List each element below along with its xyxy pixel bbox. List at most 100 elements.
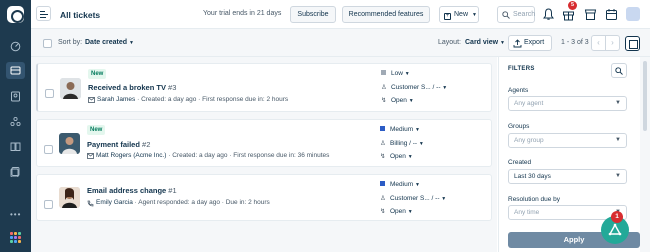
created-label: Created xyxy=(508,159,532,166)
layout-label: Layout: xyxy=(438,39,461,46)
chevron-down-icon: ▼ xyxy=(500,40,505,46)
status-dropdown[interactable]: ↯ Open ▼ xyxy=(380,207,413,215)
filters-scrollbar[interactable] xyxy=(640,57,650,252)
chevron-down-icon: ▼ xyxy=(418,141,424,147)
ticket-meta: Emily Garcia · Agent responded: a day ag… xyxy=(87,199,270,207)
new-button[interactable]: + New ▼ xyxy=(439,6,479,23)
group-dropdown[interactable]: ♙ Customer S... / -- ▼ xyxy=(381,83,447,91)
group-dropdown[interactable]: ♙ Customer S... / -- ▼ xyxy=(380,194,446,202)
search-placeholder: Search xyxy=(513,11,536,18)
priority-indicator xyxy=(380,181,385,186)
subscribe-button[interactable]: Subscribe xyxy=(290,6,336,23)
notifications-bell-icon[interactable] xyxy=(543,8,554,23)
ticket-times: Created: a day ago · First response due … xyxy=(141,96,289,103)
knowledge-base-icon[interactable] xyxy=(6,138,25,155)
subject-text: Payment failed xyxy=(87,140,140,149)
subject-text: Email address change xyxy=(87,186,167,195)
pagination-text: 1 - 3 of 3 xyxy=(561,39,589,46)
dashboard-icon[interactable] xyxy=(6,38,25,55)
agents-placeholder: Any agent xyxy=(514,100,544,107)
menu-toggle-icon[interactable] xyxy=(36,6,51,21)
group-dropdown[interactable]: ♙ Billing / -- ▼ xyxy=(380,139,424,147)
top-header: All tickets Your trial ends in 21 days S… xyxy=(31,0,650,29)
ticket-checkbox[interactable] xyxy=(44,145,53,154)
next-page-button[interactable]: › xyxy=(605,35,620,51)
chevron-down-icon: ▼ xyxy=(615,100,621,106)
ticket-subject[interactable]: Payment failed #2 xyxy=(87,140,150,149)
chevron-down-icon: ▼ xyxy=(128,40,134,46)
gift-badge: 5 xyxy=(568,1,577,10)
reports-icon[interactable] xyxy=(6,163,25,180)
priority-indicator xyxy=(381,70,386,75)
filter-panel-toggle-icon[interactable] xyxy=(625,36,640,51)
status-icon: ↯ xyxy=(380,208,386,215)
tickets-icon[interactable] xyxy=(6,62,25,79)
search-icon xyxy=(502,11,510,19)
user-avatar[interactable] xyxy=(626,7,640,21)
contacts-icon[interactable] xyxy=(6,88,25,105)
created-value: Last 30 days xyxy=(514,173,551,180)
priority-dropdown[interactable]: Medium ▼ xyxy=(380,126,420,133)
requester-avatar xyxy=(59,187,80,208)
ticket-times: Agent responded: a day ago · Due in: 2 h… xyxy=(138,199,270,206)
new-button-label: New xyxy=(454,11,469,18)
calendar-icon[interactable] xyxy=(605,8,618,23)
layout-dropdown[interactable]: Card view ▼ xyxy=(465,39,505,46)
scrollbar-thumb[interactable] xyxy=(643,61,647,131)
subject-text: Received a broken TV xyxy=(88,83,166,92)
email-icon xyxy=(87,153,94,159)
priority-value: Low xyxy=(391,70,403,77)
group-value: Billing / -- xyxy=(390,140,418,147)
new-tag: New xyxy=(88,69,107,79)
freshdesk-logo-icon[interactable] xyxy=(7,6,24,23)
chevron-down-icon: ▼ xyxy=(407,209,413,215)
priority-dropdown[interactable]: Low ▼ xyxy=(381,70,410,77)
requester-name[interactable]: Emily Garcia xyxy=(96,199,133,206)
chevron-down-icon: ▼ xyxy=(414,182,420,188)
ticket-checkbox[interactable] xyxy=(44,200,53,209)
ticket-subject[interactable]: Email address change #1 xyxy=(87,186,177,195)
ticket-subject[interactable]: Received a broken TV #3 xyxy=(88,83,176,92)
agent-icon: ♙ xyxy=(381,84,387,91)
agent-icon: ♙ xyxy=(380,140,386,147)
status-dropdown[interactable]: ↯ Open ▼ xyxy=(381,96,414,104)
trial-notice: Your trial ends in 21 days xyxy=(203,10,282,17)
ticket-checkbox[interactable] xyxy=(45,89,54,98)
sort-value: Date created xyxy=(85,39,128,46)
priority-value: Medium xyxy=(390,181,414,188)
marketplace-icon[interactable] xyxy=(584,8,597,23)
ticket-list: New Received a broken TV #3 Sarah James … xyxy=(31,57,497,252)
ticket-card[interactable]: New Received a broken TV #3 Sarah James … xyxy=(36,63,492,112)
sort-dropdown[interactable]: Date created ▼ xyxy=(85,39,134,46)
prev-page-button[interactable]: ‹ xyxy=(591,35,606,51)
agents-select[interactable]: Any agent ▼ xyxy=(508,96,627,111)
search-input[interactable]: Search xyxy=(497,6,535,23)
more-icon[interactable]: ••• xyxy=(10,210,21,219)
new-plus-icon: + xyxy=(444,13,451,20)
gift-icon[interactable] xyxy=(562,8,575,23)
requester-name[interactable]: Sarah James xyxy=(97,96,135,103)
status-dropdown[interactable]: ↯ Open ▼ xyxy=(380,152,413,160)
ticket-card[interactable]: Email address change #1 Emily Garcia · A… xyxy=(36,174,492,221)
chevron-down-icon: ▼ xyxy=(615,173,621,179)
requester-name[interactable]: Matt Rogers (Acme Inc.) xyxy=(96,152,166,159)
groups-icon[interactable] xyxy=(6,113,25,130)
ticket-meta: Sarah James · Created: a day ago · First… xyxy=(88,96,288,103)
help-widget-badge: 1 xyxy=(611,211,623,223)
groups-select[interactable]: Any group ▼ xyxy=(508,133,627,148)
layout-value: Card view xyxy=(465,39,499,46)
apps-grid-icon[interactable] xyxy=(10,232,21,243)
priority-dropdown[interactable]: Medium ▼ xyxy=(380,181,420,188)
agents-label: Agents xyxy=(508,87,529,94)
ticket-meta: Matt Rogers (Acme Inc.) · Created: a day… xyxy=(87,152,329,159)
filter-search-button[interactable] xyxy=(611,63,627,78)
created-select[interactable]: Last 30 days ▼ xyxy=(508,169,627,184)
filters-heading: FILTERS xyxy=(508,66,535,72)
ticket-card[interactable]: New Payment failed #2 Matt Rogers (Acme … xyxy=(36,119,492,167)
chevron-down-icon: ▼ xyxy=(414,127,420,133)
status-value: Open xyxy=(390,153,406,160)
select-all-checkbox[interactable] xyxy=(43,39,52,48)
group-value: Customer S... / -- xyxy=(390,195,440,202)
recommended-features-button[interactable]: Recommended features xyxy=(342,6,430,23)
export-button[interactable]: Export xyxy=(508,35,552,51)
